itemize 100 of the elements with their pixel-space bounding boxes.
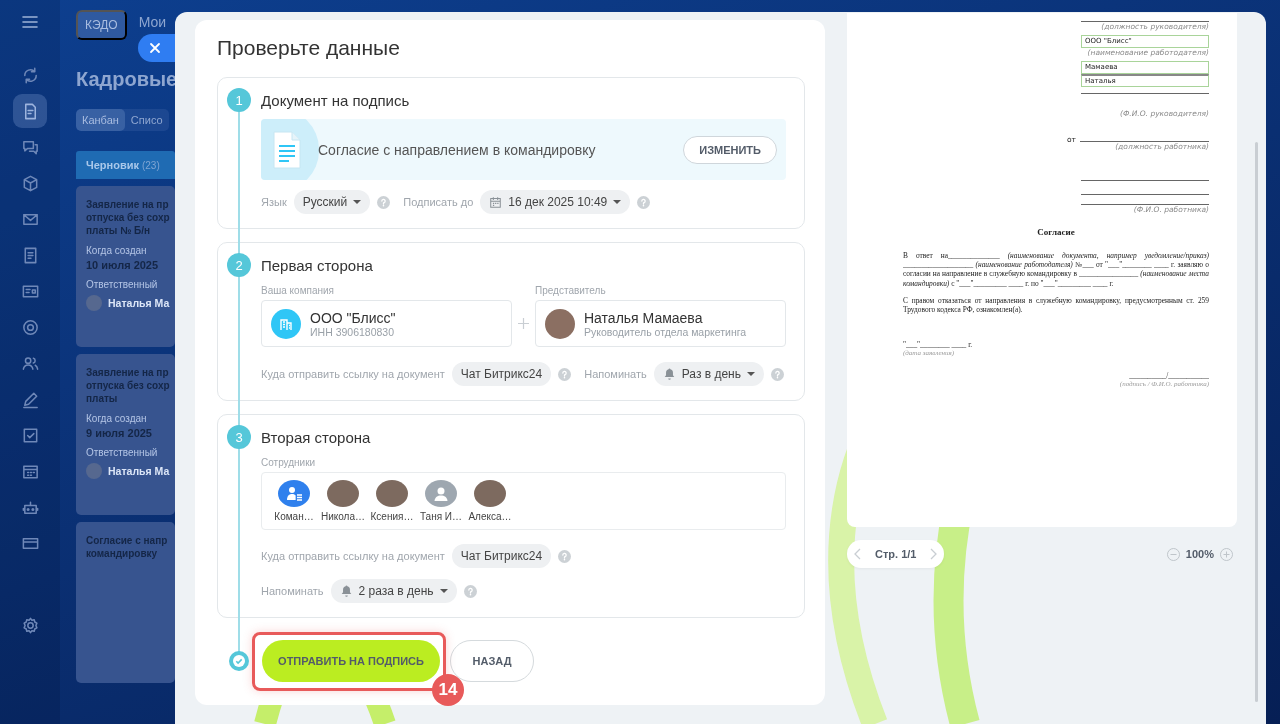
card-title-line: Заявление на пр (86, 198, 169, 211)
page-indicator: Стр. 1/1 (875, 548, 917, 560)
field-label: Ответственный (86, 279, 158, 290)
representative-position: Руководитель отдела маркетинга (584, 325, 747, 338)
document-name: Согласие с направлением в командировку (318, 141, 597, 158)
field-label: Язык (261, 196, 287, 208)
field-label: Куда отправить ссылку на документ (261, 368, 445, 380)
document-heading: Согласие (1036, 227, 1076, 237)
close-icon (149, 42, 161, 54)
company-selector[interactable]: ООО "Блисс" ИНН 3906180830 (261, 300, 512, 347)
employee-name: Никола… (320, 511, 365, 522)
employee-name: Алекса… (468, 511, 512, 522)
company-inn: ИНН 3906180830 (310, 325, 396, 338)
avatar-photo (474, 480, 506, 507)
field-label: Напоминать (261, 585, 324, 597)
card-title-line: Заявление на пр (86, 366, 169, 379)
card-title-line: отпуска без сохр (86, 211, 170, 224)
calendar-icon (489, 195, 503, 209)
view-tab[interactable]: Списо (124, 109, 169, 131)
step-badge: 14 (432, 674, 464, 706)
step-number: 1 (227, 88, 251, 112)
owner-name: Наталья Ма (108, 297, 170, 309)
card-title-line: платы (86, 392, 118, 405)
field-label: Ваша компания (261, 285, 336, 297)
field-label: Напоминать (584, 368, 647, 380)
help-icon (771, 367, 784, 381)
field-label: Ответственный (86, 447, 158, 458)
kanban-card[interactable]: Заявление на пр отпуска без сохр платы № Б/н Когда создан 10 июля 2025 Ответственный Наталья Ма (76, 186, 175, 347)
chevron-right-icon (928, 548, 939, 560)
check-icon (229, 651, 249, 671)
reminder-dropdown[interactable]: 2 раза в день (330, 579, 457, 603)
help-icon (377, 195, 391, 209)
card-title-line: отпуска без сохр (86, 379, 170, 392)
step-number: 3 (227, 425, 251, 449)
language-dropdown[interactable]: Русский (293, 190, 371, 214)
nav-link[interactable]: Мои (138, 14, 167, 30)
send-for-signature-button[interactable]: ОТПРАВИТЬ НА ПОДПИСЬ (262, 640, 440, 682)
avatar (86, 463, 102, 479)
back-button[interactable]: НАЗАД (450, 640, 534, 682)
avatar-photo (545, 308, 575, 339)
avatar-photo (327, 480, 359, 507)
form-title: Проверьте данные (217, 35, 401, 61)
bell-icon (662, 367, 676, 381)
plus-icon (518, 318, 529, 329)
avatar-photo (376, 480, 408, 507)
field-label: Сотрудники (261, 457, 317, 469)
change-button[interactable]: ИЗМЕНИТЬ (683, 135, 777, 164)
section-chip[interactable]: КЭДО (76, 10, 127, 40)
employee-name: Коман… (274, 511, 314, 522)
avatar (86, 295, 102, 311)
minus-circle-icon (1166, 547, 1180, 561)
step-title: Вторая сторона (261, 428, 371, 446)
channel-selector[interactable]: Чат Битрикс24 (451, 544, 552, 568)
caret-icon (439, 589, 448, 593)
bell-icon (339, 584, 353, 598)
created-date: 9 июля 2025 (86, 427, 152, 439)
caret-icon (747, 372, 755, 376)
help-icon (558, 367, 572, 381)
building-icon (279, 316, 293, 331)
field-label: Представитель (535, 285, 606, 297)
zoom-level: 100% (1185, 548, 1214, 560)
deadline-dropdown[interactable]: 16 дек 2025 10:49 (480, 190, 631, 214)
target-icon (20, 317, 40, 337)
chevron-left-icon (853, 548, 863, 560)
step-title: Первая сторона (261, 256, 373, 274)
channel-selector[interactable]: Чат Битрикс24 (451, 362, 552, 386)
field-label: Куда отправить ссылку на документ (261, 550, 445, 562)
document-icon (271, 129, 303, 170)
representative-selector[interactable]: Наталья Мамаева Руководитель отдела маркетинга (535, 300, 786, 347)
field-label: Подписать до (403, 196, 474, 208)
plus-circle-icon (1220, 547, 1233, 561)
column-count: (23) (141, 159, 160, 171)
help-icon (463, 584, 477, 598)
field-label: Когда создан (86, 413, 147, 424)
employee-name: Таня И… (419, 511, 463, 522)
scrollbar[interactable] (1255, 142, 1258, 702)
settings-icon (20, 615, 40, 635)
sidebar-document-button[interactable] (13, 94, 47, 128)
employees-field[interactable]: Коман… Никола… Ксения… Таня И… Алекса… (261, 472, 786, 530)
card-title-line: платы № Б/н (86, 224, 151, 237)
column-title: Черновик (86, 159, 139, 171)
help-icon (637, 195, 651, 209)
kanban-card[interactable]: Заявление на пр отпуска без сохр платы Когда создан 9 июля 2025 Ответственный Наталья Ма (76, 354, 175, 515)
company-name: ООО "Блисс" (310, 309, 396, 326)
page-title: Кадровые (76, 68, 178, 91)
reminder-dropdown[interactable]: Раз в день (653, 362, 764, 386)
person-list-icon (285, 484, 303, 503)
caret-icon (353, 200, 362, 204)
employee-name: Ксения… (370, 511, 414, 522)
representative-name: Наталья Мамаева (584, 309, 704, 326)
owner-name: Наталья Ма (108, 465, 170, 477)
caret-icon (613, 200, 622, 204)
field-label: Когда создан (86, 245, 147, 256)
close-button[interactable] (138, 34, 175, 62)
card-title-line: Согласие с напр (86, 534, 168, 547)
step-title: Документ на подпись (261, 91, 410, 109)
created-date: 10 июля 2025 (86, 259, 159, 271)
card-title-line: командировку (86, 547, 158, 560)
step-number: 2 (227, 253, 251, 277)
help-icon (558, 549, 572, 563)
